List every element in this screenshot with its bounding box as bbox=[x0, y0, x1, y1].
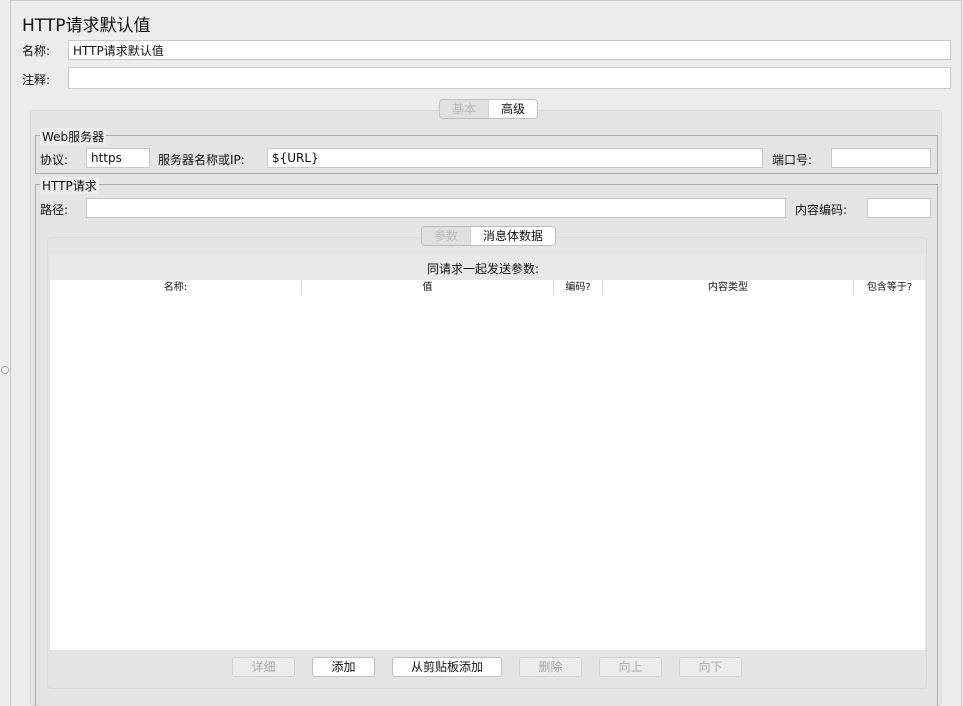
column-header-include-equals[interactable]: 包含等于? bbox=[854, 280, 925, 295]
column-header-content-type[interactable]: 内容类型 bbox=[603, 280, 854, 295]
parameters-table-body[interactable] bbox=[50, 280, 925, 650]
name-label: 名称: bbox=[22, 44, 51, 58]
column-header-name[interactable]: 名称: bbox=[50, 280, 302, 295]
detail-button[interactable]: 详细 bbox=[232, 657, 295, 677]
page-title: HTTP请求默认值 bbox=[22, 16, 151, 36]
add-from-clipboard-button[interactable]: 从剪贴板添加 bbox=[392, 657, 502, 677]
move-up-button[interactable]: 向上 bbox=[599, 657, 662, 677]
delete-button[interactable]: 删除 bbox=[519, 657, 582, 677]
column-header-value[interactable]: 值 bbox=[302, 280, 554, 295]
main-tab-bar: 基本 高级 bbox=[439, 99, 539, 119]
web-server-legend: Web服务器 bbox=[40, 128, 107, 145]
server-input[interactable] bbox=[267, 148, 763, 168]
port-label: 端口号: bbox=[772, 153, 813, 167]
table-caption: 同请求一起发送参数: bbox=[426, 262, 540, 276]
add-button[interactable]: 添加 bbox=[312, 657, 375, 677]
protocol-input[interactable] bbox=[86, 148, 150, 168]
frame-top-border bbox=[10, 0, 962, 1]
content-encoding-label: 内容编码: bbox=[795, 203, 848, 217]
protocol-label: 协议: bbox=[40, 153, 69, 167]
tab-body-data[interactable]: 消息体数据 bbox=[471, 227, 556, 245]
http-request-legend: HTTP请求 bbox=[40, 177, 99, 194]
frame-right-border bbox=[961, 0, 962, 706]
move-down-button[interactable]: 向下 bbox=[679, 657, 742, 677]
path-label: 路径: bbox=[40, 203, 69, 217]
frame-left-border bbox=[10, 0, 11, 706]
content-encoding-input[interactable] bbox=[867, 198, 931, 218]
comment-label: 注释: bbox=[22, 73, 51, 87]
server-label: 服务器名称或IP: bbox=[158, 153, 245, 167]
port-input[interactable] bbox=[831, 148, 931, 168]
tab-basic[interactable]: 基本 bbox=[440, 100, 490, 118]
tab-advanced[interactable]: 高级 bbox=[489, 100, 538, 118]
comment-input[interactable] bbox=[68, 67, 951, 89]
tab-parameters[interactable]: 参数 bbox=[422, 227, 472, 245]
name-input[interactable] bbox=[68, 40, 951, 60]
path-input[interactable] bbox=[86, 198, 786, 218]
split-pane-handle-icon[interactable] bbox=[1, 366, 9, 374]
sub-tab-bar: 参数 消息体数据 bbox=[421, 226, 557, 246]
column-header-encode[interactable]: 编码? bbox=[554, 280, 603, 295]
